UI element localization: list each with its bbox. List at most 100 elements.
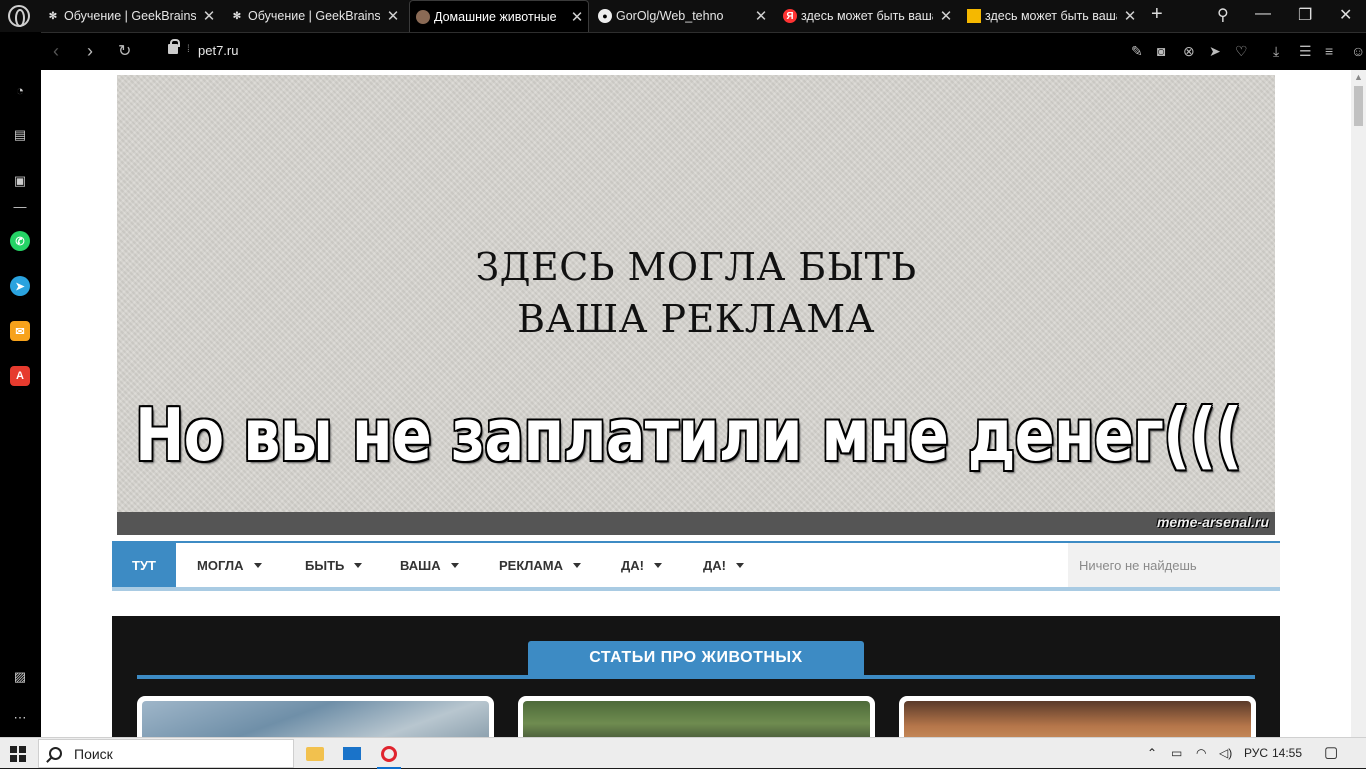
file-explorer-icon[interactable] <box>297 738 333 769</box>
tab-search-icon[interactable]: ⚲ <box>1217 5 1229 25</box>
close-icon[interactable]: ✕ <box>202 7 216 25</box>
new-tab-plus-icon[interactable]: + <box>1151 3 1163 26</box>
github-icon: ● <box>598 9 612 23</box>
profile-icon[interactable]: ☺ <box>1351 43 1365 59</box>
nav-label: РЕКЛАМА <box>499 557 564 573</box>
snapshot-edit-icon[interactable]: ✎ <box>1131 43 1143 60</box>
volume-icon[interactable]: ◁) <box>1219 746 1232 760</box>
caret-down-icon <box>735 562 744 568</box>
caret-down-icon <box>450 562 459 568</box>
mail-icon[interactable]: ✉ <box>10 321 30 341</box>
close-icon[interactable]: ✕ <box>754 7 768 25</box>
show-hidden-icons-icon[interactable]: ⌃ <box>1147 746 1157 760</box>
section-divider <box>137 675 1255 679</box>
taskbar-search-label: Поиск <box>74 745 113 762</box>
close-icon[interactable]: ✕ <box>386 7 400 25</box>
more-icon[interactable]: ⋯ <box>10 708 30 728</box>
page-container: ЗДЕСЬ МОГЛА БЫТЬ ВАША РЕКЛАМА Но вы не з… <box>112 70 1280 737</box>
menu-lines-icon[interactable]: ☰ <box>1299 43 1312 60</box>
opera-menu-icon[interactable] <box>8 5 30 27</box>
yandex-icon: Я <box>783 9 797 23</box>
article-image-dog <box>523 701 870 737</box>
banner-footer: meme-arsenal.ru <box>117 512 1275 535</box>
url-field[interactable]: pet7.ru <box>198 43 238 58</box>
pet-icon <box>416 9 430 24</box>
tab-title: здесь может быть ваша <box>801 9 933 23</box>
nav-label: МОГЛА <box>197 557 244 573</box>
banner-line-2: ВАША РЕКЛАМА <box>517 297 875 341</box>
speedometer-icon[interactable]: ◔ <box>10 80 30 100</box>
battery-icon[interactable]: ▭ <box>1171 746 1182 760</box>
banner-line-1: ЗДЕСЬ МОГЛА БЫТЬ <box>475 245 917 289</box>
speed-dial-dots-icon[interactable]: ⁞ <box>187 44 191 55</box>
send-icon[interactable]: ➤ <box>1209 43 1221 60</box>
forward-icon[interactable]: › <box>87 41 93 62</box>
back-icon[interactable]: ‹ <box>53 41 59 62</box>
geekbrains-icon: ✻ <box>48 10 58 22</box>
caret-down-icon <box>653 562 662 568</box>
tab-title: Обучение | GeekBrains <box>64 9 196 23</box>
article-card-3[interactable] <box>899 696 1256 737</box>
tab-geekbrains-1[interactable]: ✻ Обучение | GeekBrains ✕ <box>46 0 216 32</box>
nav-item-tut[interactable]: ТУТ <box>112 543 176 587</box>
opera-taskbar-icon[interactable] <box>371 738 407 769</box>
close-icon[interactable]: ✕ <box>570 8 584 26</box>
nav-item-reklama[interactable]: РЕКЛАМА <box>499 543 582 587</box>
tab-strip: ✻ Обучение | GeekBrains ✕ ✻ Обучение | G… <box>0 0 1366 32</box>
mail-app-icon[interactable] <box>334 738 370 769</box>
close-icon[interactable]: ✕ <box>1123 7 1137 25</box>
minimize-icon[interactable]: — <box>1255 5 1271 23</box>
image-icon <box>967 9 981 23</box>
tab-geekbrains-2[interactable]: ✻ Обучение | GeekBrains ✕ <box>230 0 400 32</box>
clock[interactable]: 14:55 <box>1272 746 1302 760</box>
download-icon[interactable]: ⤓ <box>1273 43 1279 60</box>
nav-item-vasha[interactable]: ВАША <box>400 543 459 587</box>
whatsapp-icon[interactable]: ✆ <box>10 231 30 251</box>
telegram-icon[interactable]: ➤ <box>10 276 30 296</box>
heart-icon[interactable]: ♡ <box>1235 43 1248 60</box>
article-image-cat <box>904 701 1251 737</box>
scroll-up-icon[interactable]: ▲ <box>1354 72 1363 82</box>
nav-item-da-2[interactable]: ДА! <box>703 543 744 587</box>
close-window-icon[interactable]: ✕ <box>1339 5 1352 25</box>
scroll-thumb[interactable] <box>1354 86 1363 126</box>
address-bar: ‹ › ↻ ⁞ pet7.ru ✎ ◙ ⊗ ➤ ♡ ⤓ ☰ ≡ ☺ <box>41 32 1366 70</box>
ad-banner: ЗДЕСЬ МОГЛА БЫТЬ ВАША РЕКЛАМА Но вы не з… <box>117 75 1275 535</box>
geekbrains-icon: ✻ <box>232 10 242 22</box>
taskbar-search[interactable]: Поиск <box>38 739 294 768</box>
tab-github[interactable]: ● GorOlg/Web_tehno ✕ <box>598 0 768 32</box>
workspace-icon[interactable]: ▤ <box>10 125 30 145</box>
lock-icon[interactable] <box>168 39 180 54</box>
page-scrollbar[interactable]: ▲ <box>1351 70 1366 737</box>
nav-label: ДА! <box>621 557 644 573</box>
translate-icon[interactable]: A <box>10 366 30 386</box>
restore-icon[interactable]: ❐ <box>1298 5 1312 25</box>
nav-item-da-1[interactable]: ДА! <box>621 543 662 587</box>
tab-images[interactable]: здесь может быть ваша ✕ <box>967 0 1137 32</box>
reload-icon[interactable]: ↻ <box>118 41 131 61</box>
nav-label: ВАША <box>400 557 441 573</box>
search-input[interactable] <box>1068 543 1280 587</box>
wifi-icon[interactable]: ◠ <box>1196 746 1206 760</box>
article-card-1[interactable] <box>137 696 494 737</box>
article-card-2[interactable] <box>518 696 875 737</box>
camera-icon[interactable]: ◙ <box>1157 43 1165 59</box>
main-nav: ТУТ МОГЛА БЫТЬ ВАША РЕКЛАМА ДА! ДА! <box>112 541 1280 591</box>
gallery-icon[interactable]: ▨ <box>10 667 30 687</box>
notifications-icon[interactable]: ▢ <box>1324 743 1338 761</box>
nav-label: БЫТЬ <box>305 557 345 573</box>
sidebar: ◔ ▤ ▣ — ✆ ➤ ✉ A ▨ ⋯ <box>0 32 41 737</box>
nav-label: ДА! <box>703 557 726 573</box>
tab-title: Домашние животные <box>434 9 557 24</box>
nav-label: ТУТ <box>132 557 156 573</box>
close-icon[interactable]: ✕ <box>939 7 953 25</box>
gx-control-icon[interactable]: ▣ <box>10 171 30 191</box>
nav-item-mogla[interactable]: МОГЛА <box>197 543 262 587</box>
tab-pets[interactable]: Домашние животные ✕ <box>409 0 589 32</box>
easy-setup-icon[interactable]: ≡ <box>1325 43 1333 59</box>
windows-start-icon[interactable] <box>10 746 26 762</box>
tab-yandex[interactable]: Я здесь может быть ваша ✕ <box>783 0 953 32</box>
nav-item-byt[interactable]: БЫТЬ <box>305 543 363 587</box>
adblock-icon[interactable]: ⊗ <box>1183 43 1195 60</box>
language-indicator[interactable]: РУС <box>1244 746 1268 760</box>
